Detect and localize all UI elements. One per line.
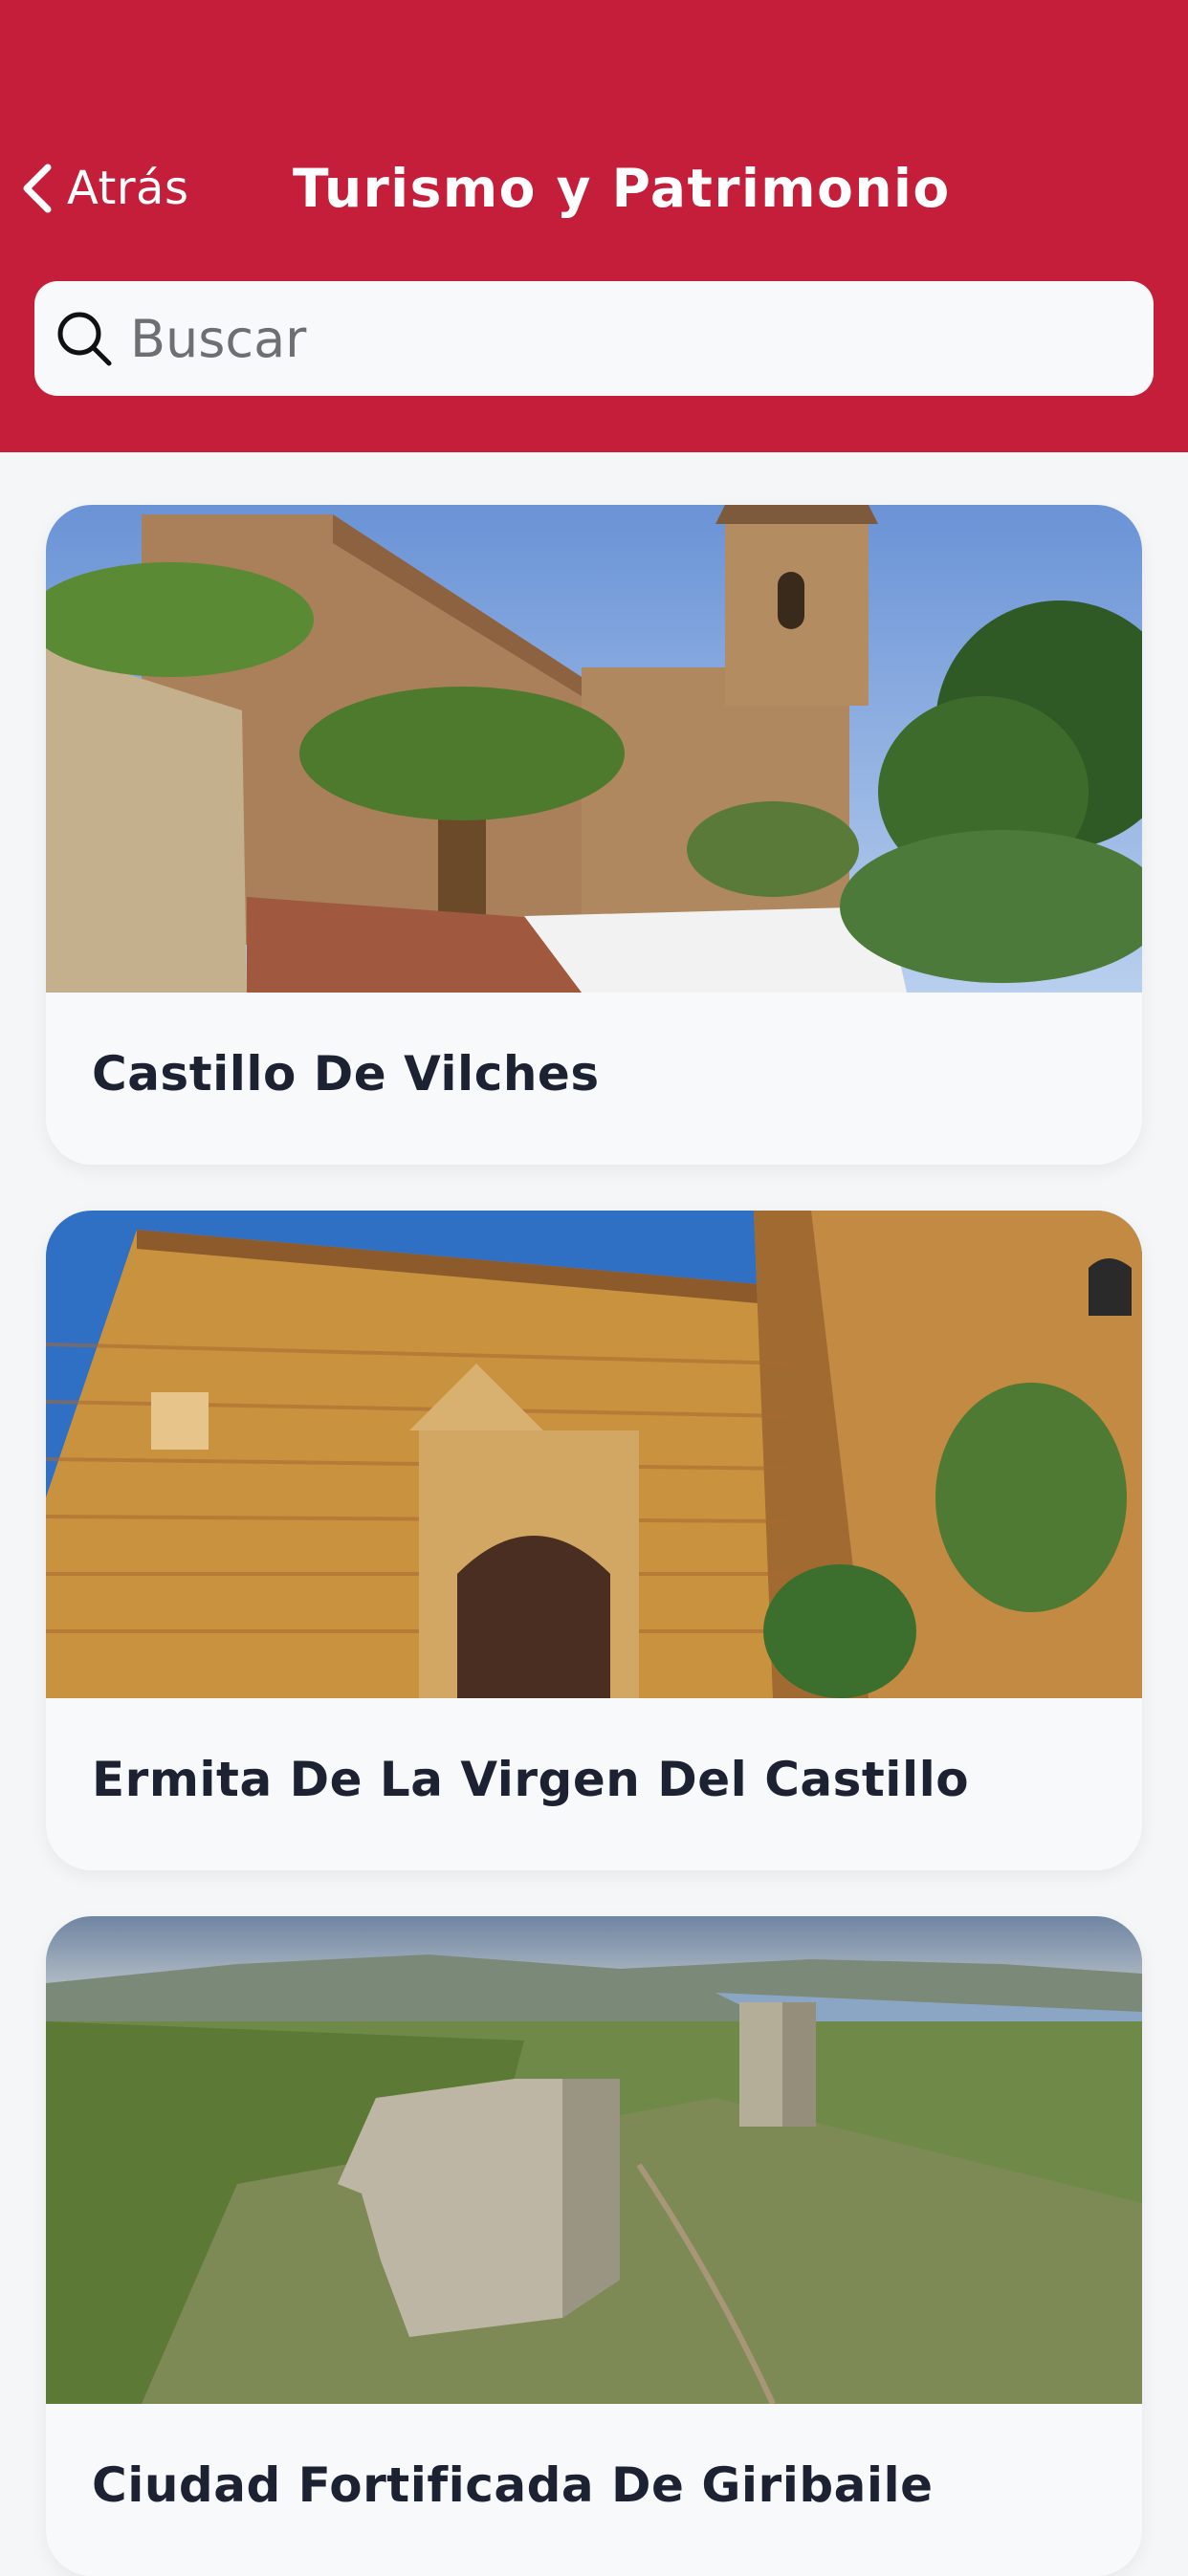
page-title: Turismo y Patrimonio	[293, 158, 951, 219]
chevron-left-icon	[23, 164, 52, 213]
place-title: Castillo De Vilches	[92, 1046, 600, 1102]
place-photo-hermitage	[46, 1211, 1142, 1698]
place-card-castillo-de-vilches[interactable]: Castillo De Vilches	[46, 505, 1142, 1165]
header-bar: Atrás Turismo y Patrimonio	[0, 0, 1188, 452]
back-button[interactable]: Atrás	[19, 155, 188, 222]
place-photo-fortress-ruins	[46, 1916, 1142, 2404]
place-title: Ermita De La Virgen Del Castillo	[92, 1752, 970, 1807]
search-input[interactable]	[130, 295, 1125, 382]
place-card-ermita-virgen-del-castillo[interactable]: Ermita De La Virgen Del Castillo	[46, 1211, 1142, 1870]
place-title: Ciudad Fortificada De Giribaile	[92, 2457, 934, 2513]
search-bar[interactable]	[34, 281, 1154, 396]
place-card-ciudad-fortificada-giribaile[interactable]: Ciudad Fortificada De Giribaile	[46, 1916, 1142, 2576]
search-icon	[57, 312, 112, 366]
place-photo-castle-church	[46, 505, 1142, 993]
back-label: Atrás	[67, 162, 189, 215]
